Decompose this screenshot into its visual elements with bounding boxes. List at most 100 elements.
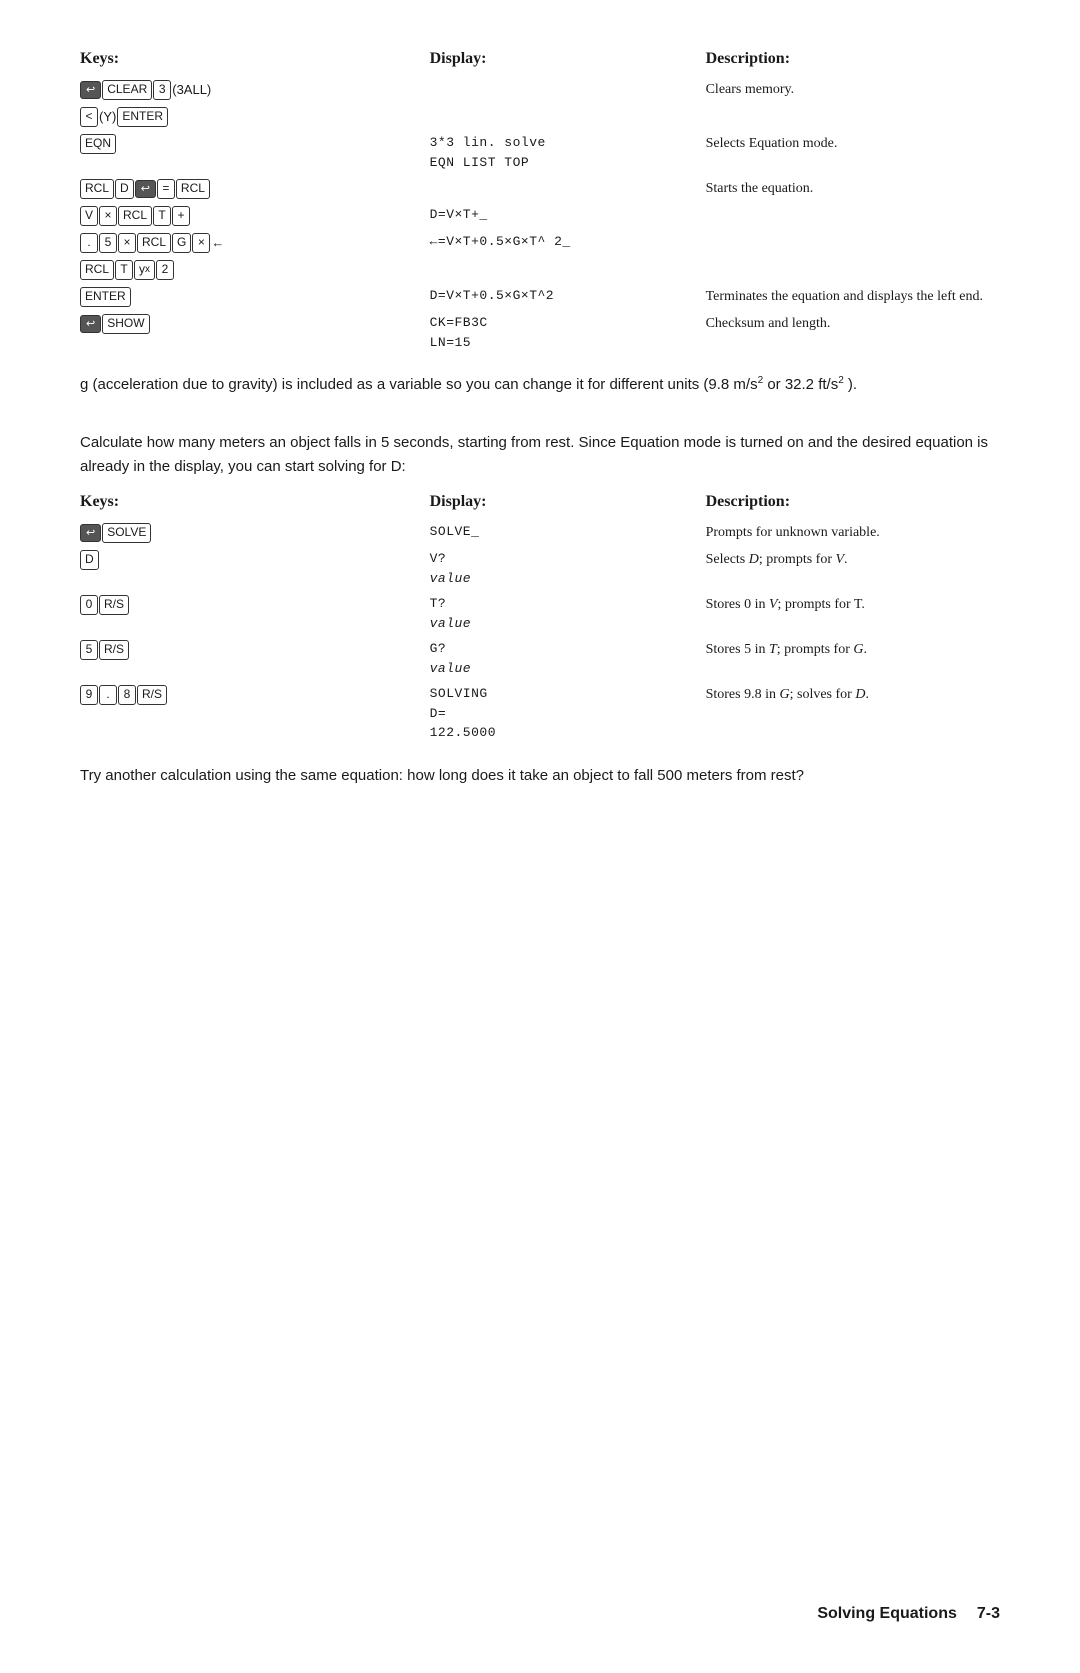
para1c-text: ). <box>844 376 857 393</box>
yx-key: yx <box>134 260 155 280</box>
display-cell <box>430 76 706 103</box>
v-key: V <box>80 206 98 226</box>
display-text: V? <box>430 549 700 569</box>
keys-cell: ↩ SOLVE <box>80 519 430 546</box>
keys-cell: ENTER <box>80 283 430 310</box>
display-cell: 3*3 lin. solve EQN LIST TOP <box>430 130 706 175</box>
d-key2: D <box>80 550 99 570</box>
keys-cell: RCL D ↩ = RCL <box>80 175 430 202</box>
keys-cell: D <box>80 546 430 591</box>
display-text: CK=FB3C <box>430 313 700 333</box>
desc-cell: Terminates the equation and displays the… <box>706 283 1000 310</box>
key-group: . 5 × RCL G × ← <box>80 233 224 253</box>
display-text: T? <box>430 594 700 614</box>
display-text2: LN=15 <box>430 333 700 353</box>
rs-key: R/S <box>99 595 129 615</box>
key-group: < (Y) ENTER <box>80 107 168 127</box>
paragraph2: Calculate how many meters an object fall… <box>80 431 1000 479</box>
3-key: 3 <box>153 80 171 100</box>
desc-cell: Selects D; prompts for V. <box>706 546 1000 591</box>
desc-cell: Stores 9.8 in G; solves for D. <box>706 681 1000 746</box>
display-cell: ←=V×T+0.5×G×T^ 2_ <box>430 229 706 256</box>
key-group: V × RCL T + <box>80 206 190 226</box>
keys-cell: RCL T yx 2 <box>80 256 430 283</box>
dot-key: . <box>80 233 98 253</box>
table-row: V × RCL T + D=V×T+_ <box>80 202 1000 229</box>
show-key: SHOW <box>102 314 149 334</box>
enter-key2: ENTER <box>80 287 131 307</box>
x-key3: × <box>192 233 210 253</box>
key-group: RCL T yx 2 <box>80 260 174 280</box>
desc-cell: Clears memory. <box>706 76 1000 103</box>
0-key: 0 <box>80 595 98 615</box>
para3-text: Try another calculation using the same e… <box>80 767 804 784</box>
plus-key: + <box>172 206 190 226</box>
label-y: (Y) <box>99 107 116 127</box>
display-cell: SOLVING D= 122.5000 <box>430 681 706 746</box>
italic-g2: G <box>779 687 789 702</box>
footer-section-label: Solving Equations <box>817 1605 957 1623</box>
table-row: 9 . 8 R/S SOLVING D= 122.5000 Stores 9.8… <box>80 681 1000 746</box>
footer-page-number: 7-3 <box>977 1605 1000 1623</box>
keys-cell: 5 R/S <box>80 636 430 681</box>
display-text: SOLVING <box>430 684 700 704</box>
lt-key: < <box>80 107 98 127</box>
para1-text: g (acceleration due to gravity) is inclu… <box>80 376 758 393</box>
para1b-text: or 32.2 ft/s <box>763 376 838 393</box>
display-text: D=V×T+_ <box>430 205 700 225</box>
clear-key: CLEAR <box>102 80 152 100</box>
desc-cell <box>706 103 1000 130</box>
display-cell <box>430 103 706 130</box>
italic-d2: D <box>855 687 865 702</box>
desc-cell: Prompts for unknown variable. <box>706 519 1000 546</box>
table2-col1-header: Keys: <box>80 493 430 519</box>
x-key: × <box>99 206 117 226</box>
display-text: ←=V×T+0.5×G×T^ 2_ <box>430 232 700 252</box>
9-key: 9 <box>80 685 98 705</box>
keys-cell: 0 R/S <box>80 591 430 636</box>
italic-d: D <box>749 552 759 567</box>
table1-col1-header: Keys: <box>80 50 430 76</box>
display-cell: D=V×T+_ <box>430 202 706 229</box>
display-cell <box>430 175 706 202</box>
key-group: ↩ CLEAR 3 (3ALL) <box>80 80 211 100</box>
table-row: . 5 × RCL G × ← ←=V×T+0.5×G×T^ 2_ <box>80 229 1000 256</box>
5-key: 5 <box>99 233 117 253</box>
key-group: RCL D ↩ = RCL <box>80 179 210 199</box>
desc-cell <box>706 202 1000 229</box>
table-row: ↩ CLEAR 3 (3ALL) Clears memory. <box>80 76 1000 103</box>
desc-cell <box>706 256 1000 283</box>
rs-key2: R/S <box>99 640 129 660</box>
keys-cell: ↩ SHOW <box>80 310 430 355</box>
table-row: RCL D ↩ = RCL Starts the equation. <box>80 175 1000 202</box>
table1: Keys: Display: Description: ↩ CLEAR 3 (3… <box>80 50 1000 355</box>
para2-text: Calculate how many meters an object fall… <box>80 434 988 475</box>
display-cell: SOLVE_ <box>430 519 706 546</box>
keys-cell: 9 . 8 R/S <box>80 681 430 746</box>
keys-cell: ↩ CLEAR 3 (3ALL) <box>80 76 430 103</box>
keys-cell: . 5 × RCL G × ← <box>80 229 430 256</box>
display-value: value <box>430 569 700 589</box>
dot-key2: . <box>99 685 117 705</box>
label-3all: (3ALL) <box>172 80 211 100</box>
page-footer: Solving Equations 7-3 <box>817 1575 1000 1623</box>
rcl-key3: RCL <box>118 206 152 226</box>
display-cell: CK=FB3C LN=15 <box>430 310 706 355</box>
5-key2: 5 <box>80 640 98 660</box>
desc-cell: Stores 0 in V; prompts for T. <box>706 591 1000 636</box>
left-arrow-icon: ← <box>211 233 224 253</box>
key-group: ↩ SHOW <box>80 314 150 334</box>
table2: Keys: Display: Description: ↩ SOLVE SOLV… <box>80 493 1000 746</box>
key-group: 9 . 8 R/S <box>80 685 167 705</box>
italic-g: G <box>853 642 863 657</box>
key-group: ↩ SOLVE <box>80 523 151 543</box>
display-value: value <box>430 614 700 634</box>
x-key2: × <box>118 233 136 253</box>
keys-cell: EQN <box>80 130 430 175</box>
rcl-key4: RCL <box>137 233 171 253</box>
italic-v: V <box>835 552 844 567</box>
enter-key: ENTER <box>117 107 168 127</box>
display-cell: T? value <box>430 591 706 636</box>
desc-cell <box>706 229 1000 256</box>
table-row: ↩ SHOW CK=FB3C LN=15 Checksum and length… <box>80 310 1000 355</box>
